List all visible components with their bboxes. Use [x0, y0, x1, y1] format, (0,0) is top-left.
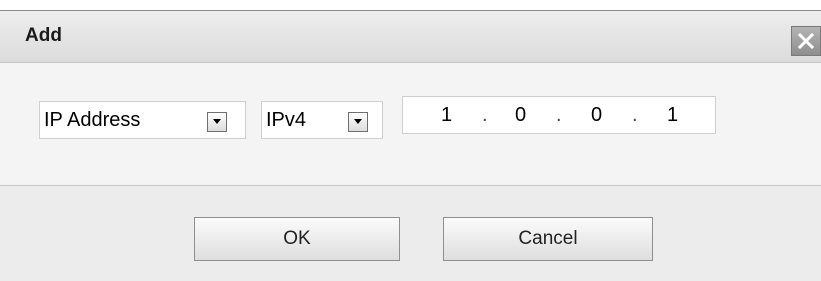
ip-octet-3[interactable]: 0 [591, 104, 602, 127]
ip-address-input[interactable]: 1 . 0 . 0 . 1 [402, 96, 716, 134]
ip-octet-1[interactable]: 1 [441, 104, 452, 127]
dialog-footer [0, 186, 821, 281]
address-type-select[interactable]: IP Address [39, 101, 246, 139]
ip-separator: . [556, 104, 562, 126]
dialog-title: Add [25, 25, 62, 46]
ok-button[interactable]: OK [194, 217, 400, 261]
ip-octet-2[interactable]: 0 [515, 104, 526, 127]
ip-separator: . [632, 104, 638, 126]
ip-version-select[interactable]: IPv4 [261, 101, 383, 139]
ip-separator: . [482, 104, 488, 126]
dialog-titlebar: Add [0, 11, 821, 63]
ip-octet-4[interactable]: 1 [667, 104, 678, 127]
chevron-down-icon [354, 119, 362, 124]
add-dialog: Add [0, 10, 821, 281]
cancel-button[interactable]: Cancel [443, 217, 653, 261]
ip-version-dropdown-button[interactable] [348, 112, 368, 132]
address-type-dropdown-button[interactable] [207, 112, 227, 132]
ip-version-value: IPv4 [266, 109, 307, 131]
close-button[interactable] [791, 26, 821, 56]
address-type-value: IP Address [44, 109, 141, 131]
chevron-down-icon [213, 119, 221, 124]
close-icon [798, 33, 814, 49]
